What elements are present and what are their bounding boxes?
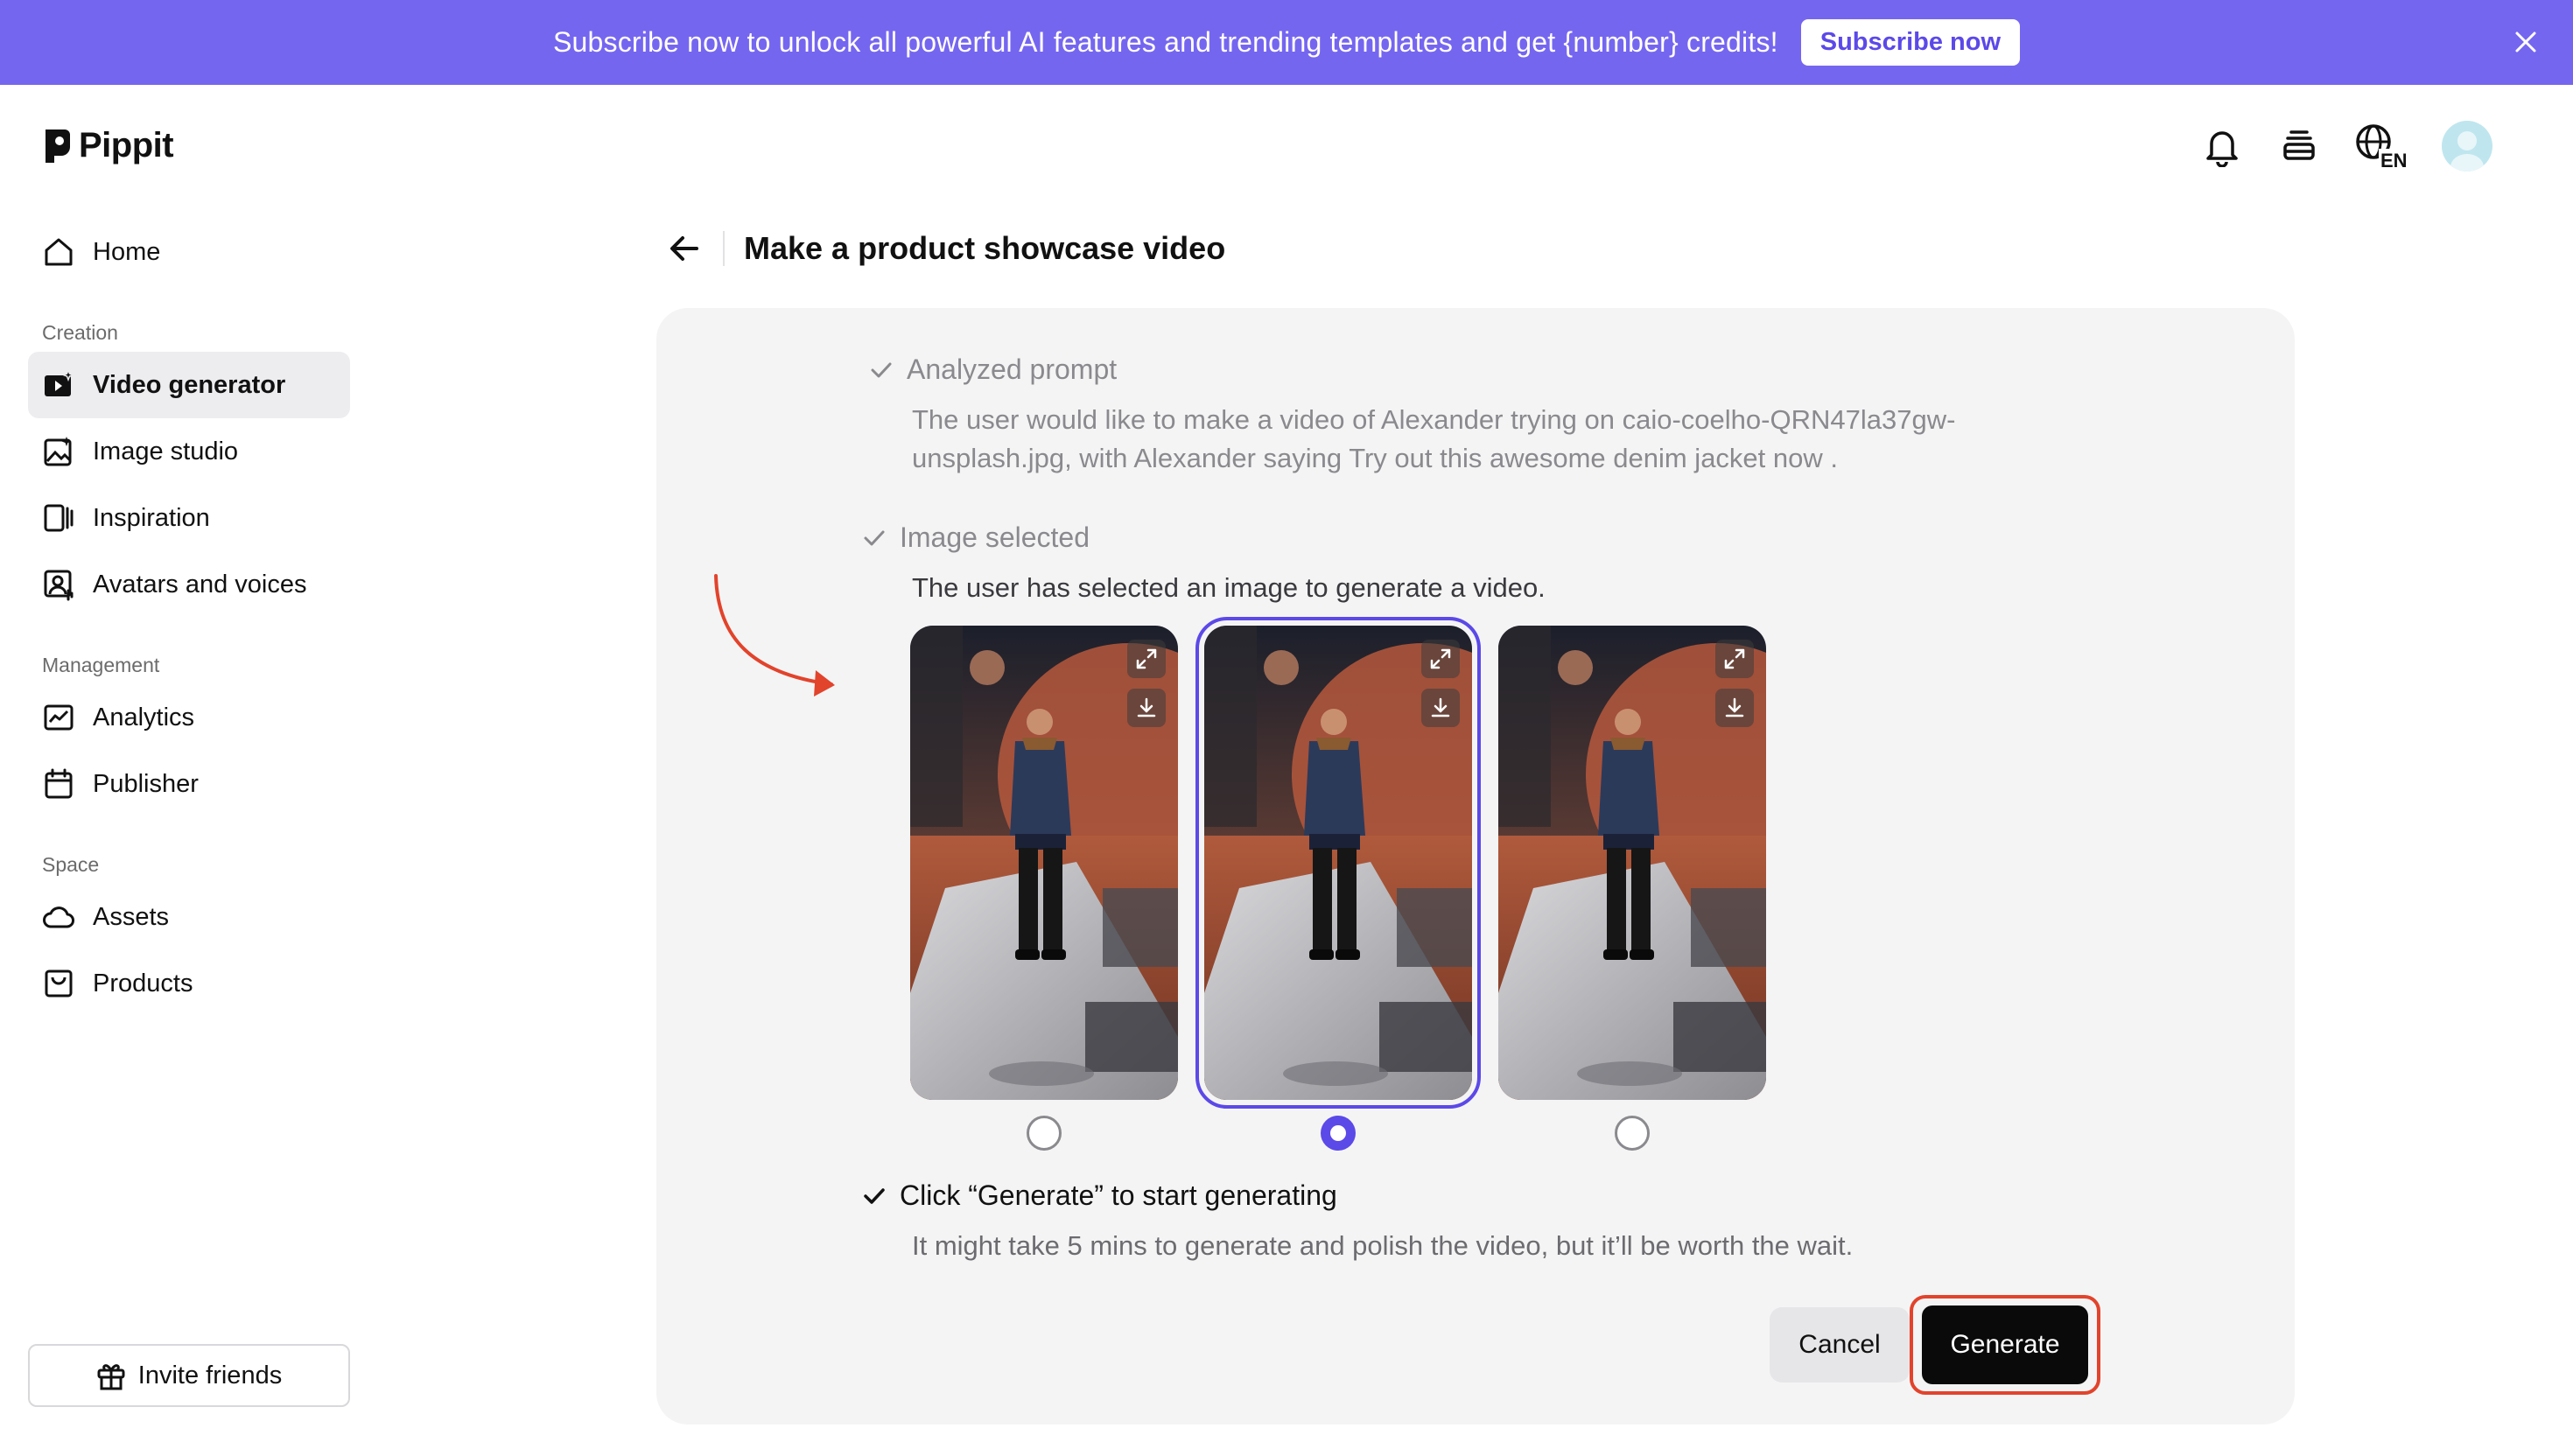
language-label: EN <box>2380 150 2408 170</box>
subscribe-now-button[interactable]: Subscribe now <box>1800 19 2021 66</box>
sidebar-item-label: Image studio <box>93 437 239 466</box>
step-analyzed-prompt: Analyzed prompt <box>868 354 1117 386</box>
download-icon <box>1137 697 1156 718</box>
image-studio-icon <box>44 437 72 466</box>
sidebar-item-avatars-and-voices[interactable]: Avatars and voices <box>28 551 350 618</box>
sidebar-item-label: Avatars and voices <box>93 570 307 598</box>
close-icon[interactable] <box>2510 26 2541 58</box>
logo-text: Pippit <box>79 126 174 164</box>
section-label-creation: Creation <box>42 321 118 344</box>
step-generate: Click “Generate” to start generating <box>861 1180 1337 1212</box>
page-title: Make a product showcase video <box>744 230 1226 266</box>
image-radio[interactable] <box>1615 1116 1650 1151</box>
step-image-selected-description: The user has selected an image to genera… <box>912 569 1546 607</box>
language-button[interactable]: EN <box>2354 122 2408 170</box>
cloud-icon <box>43 906 74 928</box>
sidebar-item-label: Home <box>93 237 161 266</box>
expand-button[interactable] <box>1127 640 1166 678</box>
layers-icon <box>2283 130 2315 160</box>
video-generator-icon <box>45 368 75 396</box>
cancel-button[interactable]: Cancel <box>1770 1307 1910 1382</box>
avatars-icon <box>44 570 74 601</box>
subscribe-banner: Subscribe now to unlock all powerful AI … <box>0 0 2573 85</box>
download-icon <box>1431 697 1450 718</box>
image-option <box>1498 626 1766 1151</box>
calendar-icon <box>45 768 73 799</box>
image-radio[interactable] <box>1027 1116 1062 1151</box>
step-description: The user has selected an image to genera… <box>912 572 1546 603</box>
expand-button[interactable] <box>1715 640 1754 678</box>
home-icon <box>45 238 73 266</box>
analytics-icon <box>44 704 74 731</box>
image-option <box>910 626 1178 1151</box>
sidebar-item-label: Video generator <box>93 370 286 399</box>
sidebar-item-publisher[interactable]: Publisher <box>28 751 350 817</box>
sidebar-item-video-generator[interactable]: Video generator <box>28 352 350 418</box>
back-arrow-icon[interactable] <box>665 229 704 268</box>
sidebar-item-label: Inspiration <box>93 503 210 532</box>
sidebar-item-label: Publisher <box>93 769 199 798</box>
download-icon <box>1725 697 1744 718</box>
annotation-arrow-icon <box>714 574 835 696</box>
step-description-line: The user would like to make a video of A… <box>912 404 1956 435</box>
banner-text: Subscribe now to unlock all powerful AI … <box>552 26 1778 58</box>
sidebar-item-home[interactable]: Home <box>28 219 350 285</box>
step-description-line: unsplash.jpg, with Alexander saying Try … <box>912 443 1838 473</box>
step-description: It might take 5 mins to generate and pol… <box>912 1230 1854 1261</box>
check-icon <box>864 1187 885 1204</box>
sidebar-item-products[interactable]: Products <box>28 950 350 1017</box>
sidebar: Home Creation Video generator Image stud… <box>28 219 350 1017</box>
avatar[interactable] <box>2442 121 2492 172</box>
step-title: Analyzed prompt <box>907 354 1118 385</box>
logo[interactable]: Pippit <box>42 126 174 165</box>
check-icon <box>864 530 885 545</box>
expand-icon <box>1724 648 1745 669</box>
notifications-button[interactable] <box>2200 122 2244 170</box>
pippit-logo-icon <box>46 129 70 163</box>
gift-icon <box>97 1364 125 1390</box>
expand-icon <box>1136 648 1157 669</box>
bell-icon <box>2206 131 2238 167</box>
image-option <box>1195 617 1481 1151</box>
image-thumbnail[interactable] <box>1498 626 1766 1100</box>
image-thumbnail[interactable] <box>910 626 1178 1100</box>
expand-button[interactable] <box>1421 640 1460 678</box>
step-title: Click “Generate” to start generating <box>900 1180 1337 1211</box>
download-button[interactable] <box>1421 689 1460 727</box>
sidebar-item-analytics[interactable]: Analytics <box>28 684 350 751</box>
sidebar-item-inspiration[interactable]: Inspiration <box>28 485 350 551</box>
invite-friends-label: Invite friends <box>137 1361 283 1390</box>
image-radio[interactable] <box>1321 1116 1356 1151</box>
section-label-management: Management <box>42 654 160 676</box>
sidebar-item-assets[interactable]: Assets <box>28 884 350 950</box>
sidebar-item-label: Products <box>93 969 193 998</box>
download-button[interactable] <box>1127 689 1166 727</box>
divider <box>723 231 725 266</box>
download-button[interactable] <box>1715 689 1754 727</box>
check-icon <box>871 362 892 377</box>
sidebar-item-label: Assets <box>93 902 170 931</box>
product-bag-icon <box>45 970 73 998</box>
step-generate-description: It might take 5 mins to generate and pol… <box>912 1227 1853 1265</box>
step-title: Image selected <box>900 522 1090 553</box>
header-actions: EN <box>2200 121 2492 172</box>
step-analyzed-prompt-description: The user would like to make a video of A… <box>912 401 1955 478</box>
invite-friends-button[interactable]: Invite friends <box>28 1344 350 1407</box>
image-thumbnail[interactable] <box>1195 617 1481 1109</box>
sidebar-item-label: Analytics <box>93 703 195 732</box>
inspiration-icon <box>44 504 74 532</box>
expand-icon <box>1430 648 1451 669</box>
image-options <box>910 617 1766 1151</box>
section-label-space: Space <box>42 853 100 876</box>
page-header: Make a product showcase video <box>665 229 1225 268</box>
language-icon: EN <box>2356 124 2408 170</box>
generate-button[interactable]: Generate <box>1922 1306 2088 1384</box>
step-image-selected: Image selected <box>861 522 1090 554</box>
sidebar-item-image-studio[interactable]: Image studio <box>28 418 350 485</box>
subscription-button[interactable] <box>2277 122 2321 170</box>
